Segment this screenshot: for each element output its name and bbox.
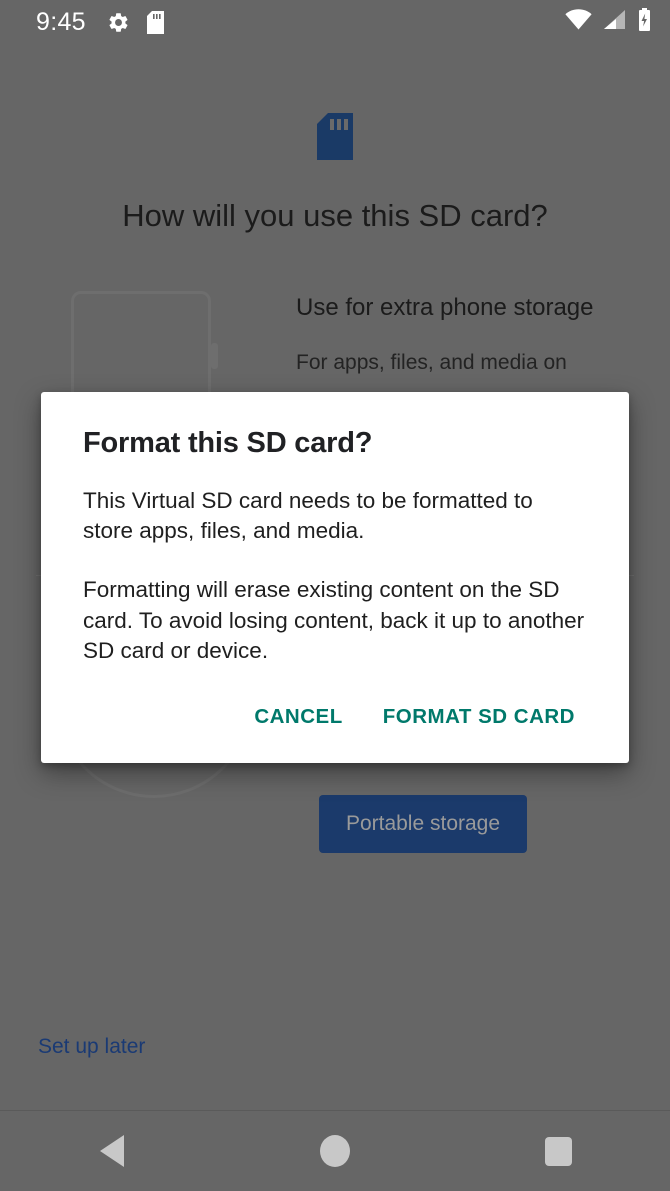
- navigation-bar: [0, 1110, 670, 1191]
- dialog-title: Format this SD card?: [83, 427, 373, 459]
- android-screen: 9:45 How will you use this SD card? Use …: [0, 0, 670, 1191]
- dialog-message-paragraph-1: This Virtual SD card needs to be formatt…: [83, 487, 533, 544]
- format-sd-card-dialog: Format this SD card? This Virtual SD car…: [41, 392, 629, 763]
- home-button[interactable]: [290, 1111, 380, 1191]
- dialog-message-paragraph-2: Formatting will erase existing content o…: [83, 576, 585, 664]
- recents-square-icon: [544, 1136, 572, 1166]
- back-button[interactable]: [67, 1111, 157, 1191]
- recents-button[interactable]: [513, 1111, 603, 1191]
- dialog-action-bar: CANCEL FORMAT SD CARD: [83, 695, 589, 747]
- cancel-button[interactable]: CANCEL: [240, 695, 356, 739]
- home-circle-icon: [319, 1135, 350, 1167]
- format-sd-card-button[interactable]: FORMAT SD CARD: [369, 695, 589, 739]
- back-triangle-icon: [99, 1135, 124, 1167]
